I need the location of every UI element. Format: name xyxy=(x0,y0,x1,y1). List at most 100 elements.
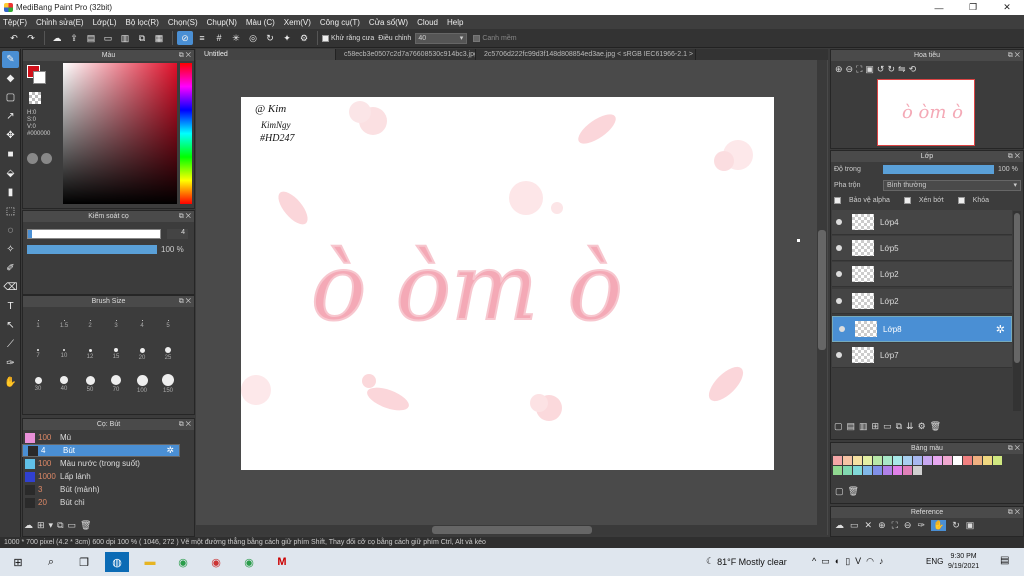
brush-size-option[interactable]: 4 xyxy=(129,310,155,338)
task-view-icon[interactable]: ❐ xyxy=(72,552,96,572)
brush-size-option[interactable]: 1.5 xyxy=(51,310,77,338)
eye-icon[interactable] xyxy=(836,245,842,251)
file-explorer-icon[interactable]: ▬ xyxy=(138,552,162,572)
menu-view[interactable]: Xem(V) xyxy=(284,18,311,27)
menu-window[interactable]: Cửa sổ(W) xyxy=(369,18,408,27)
merge-layer-icon[interactable]: ⇊ xyxy=(906,421,914,432)
antialias-checkbox[interactable] xyxy=(322,34,329,42)
brush-size-option[interactable]: 100 xyxy=(129,370,155,398)
select-pen-tool-icon[interactable]: ✐ xyxy=(2,260,19,277)
gear-icon[interactable]: ✲ xyxy=(166,445,174,456)
search-icon[interactable]: ⌕ xyxy=(39,552,63,572)
menu-help[interactable]: Help xyxy=(447,18,463,27)
adjust-select[interactable]: 40 ▾ xyxy=(415,32,468,44)
layer-scrollbar[interactable] xyxy=(1013,211,1021,411)
palette-swatch[interactable] xyxy=(943,456,952,465)
zoom-in-icon[interactable]: ⊕ xyxy=(835,64,843,75)
maximize-button[interactable]: ❐ xyxy=(956,0,990,15)
menu-filter[interactable]: Bộ lọc(R) xyxy=(126,18,159,27)
select-rect-tool-icon[interactable]: ⬚ xyxy=(2,203,19,220)
menu-tools[interactable]: Công cụ(T) xyxy=(320,18,360,27)
grid-view-icon[interactable]: ▦ xyxy=(151,31,167,45)
palette-swatch[interactable] xyxy=(983,456,992,465)
menu-cloud[interactable]: Cloud xyxy=(417,18,438,27)
delete-swatch-icon[interactable]: 🗑 xyxy=(848,486,859,497)
brush-size-value[interactable]: 4 xyxy=(167,229,188,239)
brush-cloud-icon[interactable]: ☁ xyxy=(24,520,33,531)
menu-color[interactable]: Màu (C) xyxy=(246,18,275,27)
minimize-button[interactable]: — xyxy=(922,0,956,15)
layer-row[interactable]: Lớp4 xyxy=(832,210,1012,235)
layer-folder-icon[interactable]: ▭ xyxy=(883,421,892,432)
circle-snap-icon[interactable]: ◎ xyxy=(245,31,261,45)
page-icon[interactable]: ▥ xyxy=(117,31,133,45)
new-layer-icon[interactable]: ▢ xyxy=(834,421,843,432)
saturation-value-picker[interactable] xyxy=(63,63,177,204)
curve-snap-icon[interactable]: ↻ xyxy=(262,31,278,45)
layer-opacity-slider[interactable] xyxy=(883,165,994,174)
brush-item[interactable]: 3 Bút (mảnh) xyxy=(22,483,180,496)
notification-icon[interactable]: ▤ xyxy=(1000,555,1009,566)
gradient-tool-icon[interactable]: ▮ xyxy=(2,184,19,201)
brush-opacity-slider[interactable] xyxy=(27,245,157,254)
eyedropper-tool-icon[interactable]: ✑ xyxy=(2,355,19,372)
eye-icon[interactable] xyxy=(836,219,842,225)
protect-alpha-checkbox[interactable] xyxy=(834,197,841,204)
redo-icon[interactable]: ↷ xyxy=(23,31,39,45)
palette-swatch[interactable] xyxy=(863,456,872,465)
chrome-icon-1[interactable]: ◉ xyxy=(171,552,195,572)
layer-row[interactable]: Lớp2 xyxy=(832,289,1012,314)
wifi-icon[interactable]: ◠ xyxy=(866,556,874,567)
actual-size-icon[interactable]: ▣ xyxy=(865,64,874,75)
eraser-tool-icon[interactable]: ◆ xyxy=(2,70,19,87)
layer-row[interactable]: Lớp5 xyxy=(832,236,1012,261)
reference-fullscreen-icon[interactable]: ▣ xyxy=(966,520,975,531)
monitor-icon[interactable]: ▭ xyxy=(821,556,830,567)
lasso-tool-icon[interactable]: ◌ xyxy=(2,222,19,239)
palette-swatch[interactable] xyxy=(843,456,852,465)
mcafee-tray-icon[interactable]: V xyxy=(855,556,861,567)
brush-item[interactable]: 1000 Lấp lánh xyxy=(22,470,180,483)
fit-screen-icon[interactable]: ⛶ xyxy=(856,64,862,75)
upload-icon[interactable]: ⇪ xyxy=(66,31,82,45)
brush-folder-icon[interactable]: ▭ xyxy=(68,520,77,531)
snap-off-icon[interactable]: ⊘ xyxy=(177,31,193,45)
material-icon[interactable]: ▤ xyxy=(83,31,99,45)
reference-hand-icon[interactable]: ✋ xyxy=(931,520,947,531)
language-indicator[interactable]: ENG xyxy=(926,557,943,566)
brush-size-option[interactable]: 20 xyxy=(129,340,155,368)
palette-add-icon[interactable] xyxy=(41,153,52,164)
eye-icon[interactable] xyxy=(839,326,845,332)
palette-swatch[interactable] xyxy=(833,456,842,465)
palette-swatch[interactable] xyxy=(973,456,982,465)
rotate-left-icon[interactable]: ↺ xyxy=(877,64,885,75)
brush-size-option[interactable]: 5 xyxy=(155,310,181,338)
undo-icon[interactable]: ↶ xyxy=(6,31,22,45)
reference-fit-icon[interactable]: ⛶ xyxy=(892,520,898,531)
palette-swatch[interactable] xyxy=(953,456,962,465)
palette-swatch[interactable] xyxy=(833,466,842,475)
zoom-out-icon[interactable]: ⊖ xyxy=(846,64,854,75)
hue-slider[interactable] xyxy=(180,63,192,204)
brush-item[interactable]: 20 Bút chì xyxy=(22,496,180,509)
hand-tool-icon[interactable]: ✋ xyxy=(2,374,19,391)
brush-tool-icon[interactable]: ✎ xyxy=(2,51,19,68)
delete-layer-icon[interactable]: 🗑 xyxy=(930,421,941,432)
divide-tool-icon[interactable]: ⟋ xyxy=(2,336,19,353)
cloud-icon[interactable]: ☁ xyxy=(49,31,65,45)
layer-row[interactable]: Lớp7 xyxy=(832,343,1012,368)
menu-snap[interactable]: Chụp(N) xyxy=(207,18,237,27)
palette-swatch[interactable] xyxy=(843,466,852,475)
reference-zoom-in-icon[interactable]: ⊕ xyxy=(878,520,886,531)
menu-edit[interactable]: Chỉnh sửa(E) xyxy=(36,18,84,27)
palette-swatch[interactable] xyxy=(853,466,862,475)
chevron-up-icon[interactable]: ^ xyxy=(812,556,816,567)
reference-eyedropper-icon[interactable]: ✑ xyxy=(917,520,925,531)
reference-open-icon[interactable]: ▭ xyxy=(850,520,859,531)
palette-swatch[interactable] xyxy=(863,466,872,475)
reset-view-icon[interactable]: ⟲ xyxy=(909,64,917,75)
gear-icon[interactable]: ✲ xyxy=(996,323,1005,336)
secondary-color-swatch[interactable] xyxy=(33,71,46,84)
reference-zoom-out-icon[interactable]: ⊖ xyxy=(904,520,912,531)
palette-wheel-icon[interactable] xyxy=(27,153,38,164)
